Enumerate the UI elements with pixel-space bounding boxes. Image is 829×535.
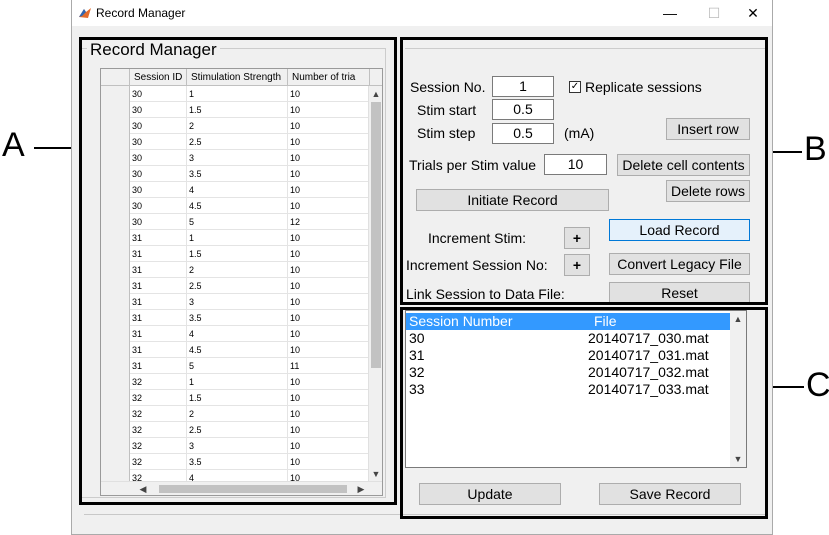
panel-b-outline — [400, 37, 768, 305]
panel-a-outline — [79, 37, 397, 505]
panel-c-outline — [400, 307, 768, 519]
minimize-button[interactable]: — — [655, 3, 685, 23]
figure-label-a: A — [2, 126, 25, 164]
matlab-icon — [79, 8, 91, 18]
figure-label-c: C — [806, 366, 829, 404]
maximize-button[interactable]: ☐ — [699, 3, 729, 23]
close-button[interactable]: ✕ — [738, 3, 768, 23]
title-bar: Record Manager — ☐ ✕ — [72, 0, 772, 26]
callout-line-c — [770, 386, 804, 388]
figure-label-b: B — [804, 130, 827, 168]
window-title: Record Manager — [96, 6, 186, 20]
